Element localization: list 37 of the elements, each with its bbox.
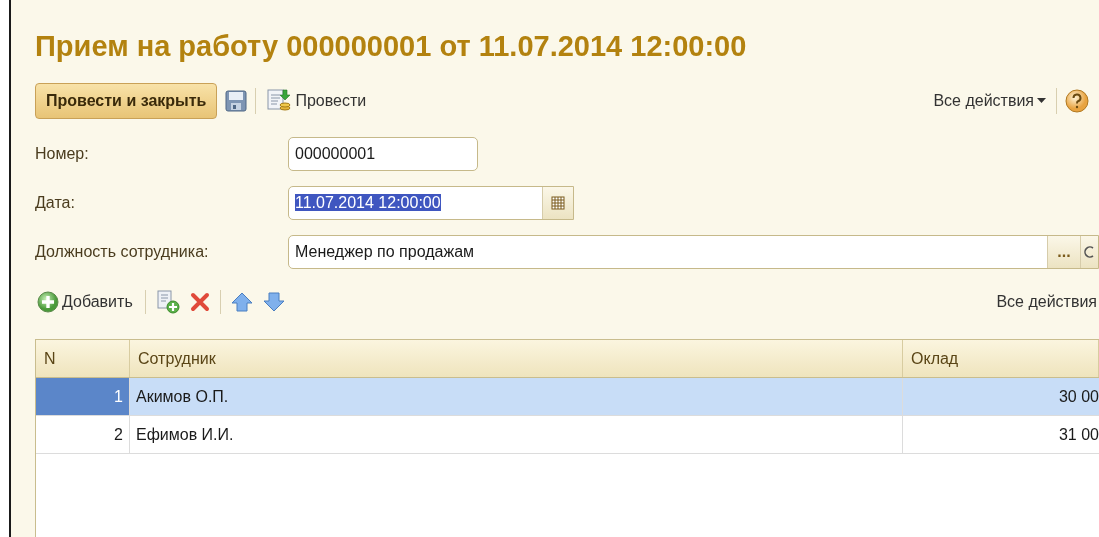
table-cell: Ефимов И.И. [130, 416, 903, 453]
calendar-button[interactable] [542, 187, 573, 219]
table-cell-text: 31 00 [1057, 424, 1099, 445]
all-actions-menu[interactable]: Все действия [931, 92, 1048, 110]
column-header[interactable]: N [36, 340, 130, 377]
calendar-icon [551, 196, 565, 210]
arrow-down-icon[interactable] [262, 292, 285, 312]
table-cell: 2 [36, 416, 130, 453]
field-label: Дата: [35, 194, 76, 212]
help-icon[interactable] [1065, 89, 1089, 113]
input-field[interactable]: 000000001 [288, 137, 478, 171]
input-field[interactable]: Менеджер по продажам ... [288, 235, 1099, 269]
copy-icon[interactable] [155, 290, 180, 314]
table-cell: 1 [36, 378, 130, 415]
save-icon[interactable] [225, 90, 248, 112]
table-cell: Акимов О.П. [130, 378, 903, 415]
field-label: Номер: [35, 145, 90, 163]
table-row[interactable]: 1 Акимов О.П. 30 00 [36, 378, 1099, 416]
add-icon [37, 291, 59, 313]
open-button[interactable] [1080, 236, 1098, 268]
all-actions-menu[interactable]: Все действия [994, 293, 1099, 311]
delete-icon[interactable] [189, 292, 210, 312]
window-title: Прием на работу 000000001 от 11.07.2014 12:00:00 [35, 30, 748, 63]
add-button[interactable]: Добавить [35, 291, 135, 313]
post-and-close-button[interactable]: Провести и закрыть [35, 83, 218, 119]
select-button[interactable]: ... [1047, 236, 1080, 268]
table-row[interactable]: 2 Ефимов И.И. 31 00 [36, 416, 1099, 454]
caret-icon [1037, 98, 1046, 104]
post-button[interactable]: Провести [264, 88, 369, 114]
column-header[interactable]: Оклад [903, 340, 1099, 377]
column-header[interactable]: Сотрудник [130, 340, 903, 377]
document-arrow-icon [266, 88, 293, 114]
arrow-up-icon[interactable] [230, 292, 253, 312]
table-cell: 30 00 [903, 378, 1099, 415]
field-label: Должность сотрудника: [35, 243, 210, 261]
open-icon [1084, 245, 1094, 259]
input-field[interactable]: 11.07.2014 12:00:00 [288, 186, 574, 220]
